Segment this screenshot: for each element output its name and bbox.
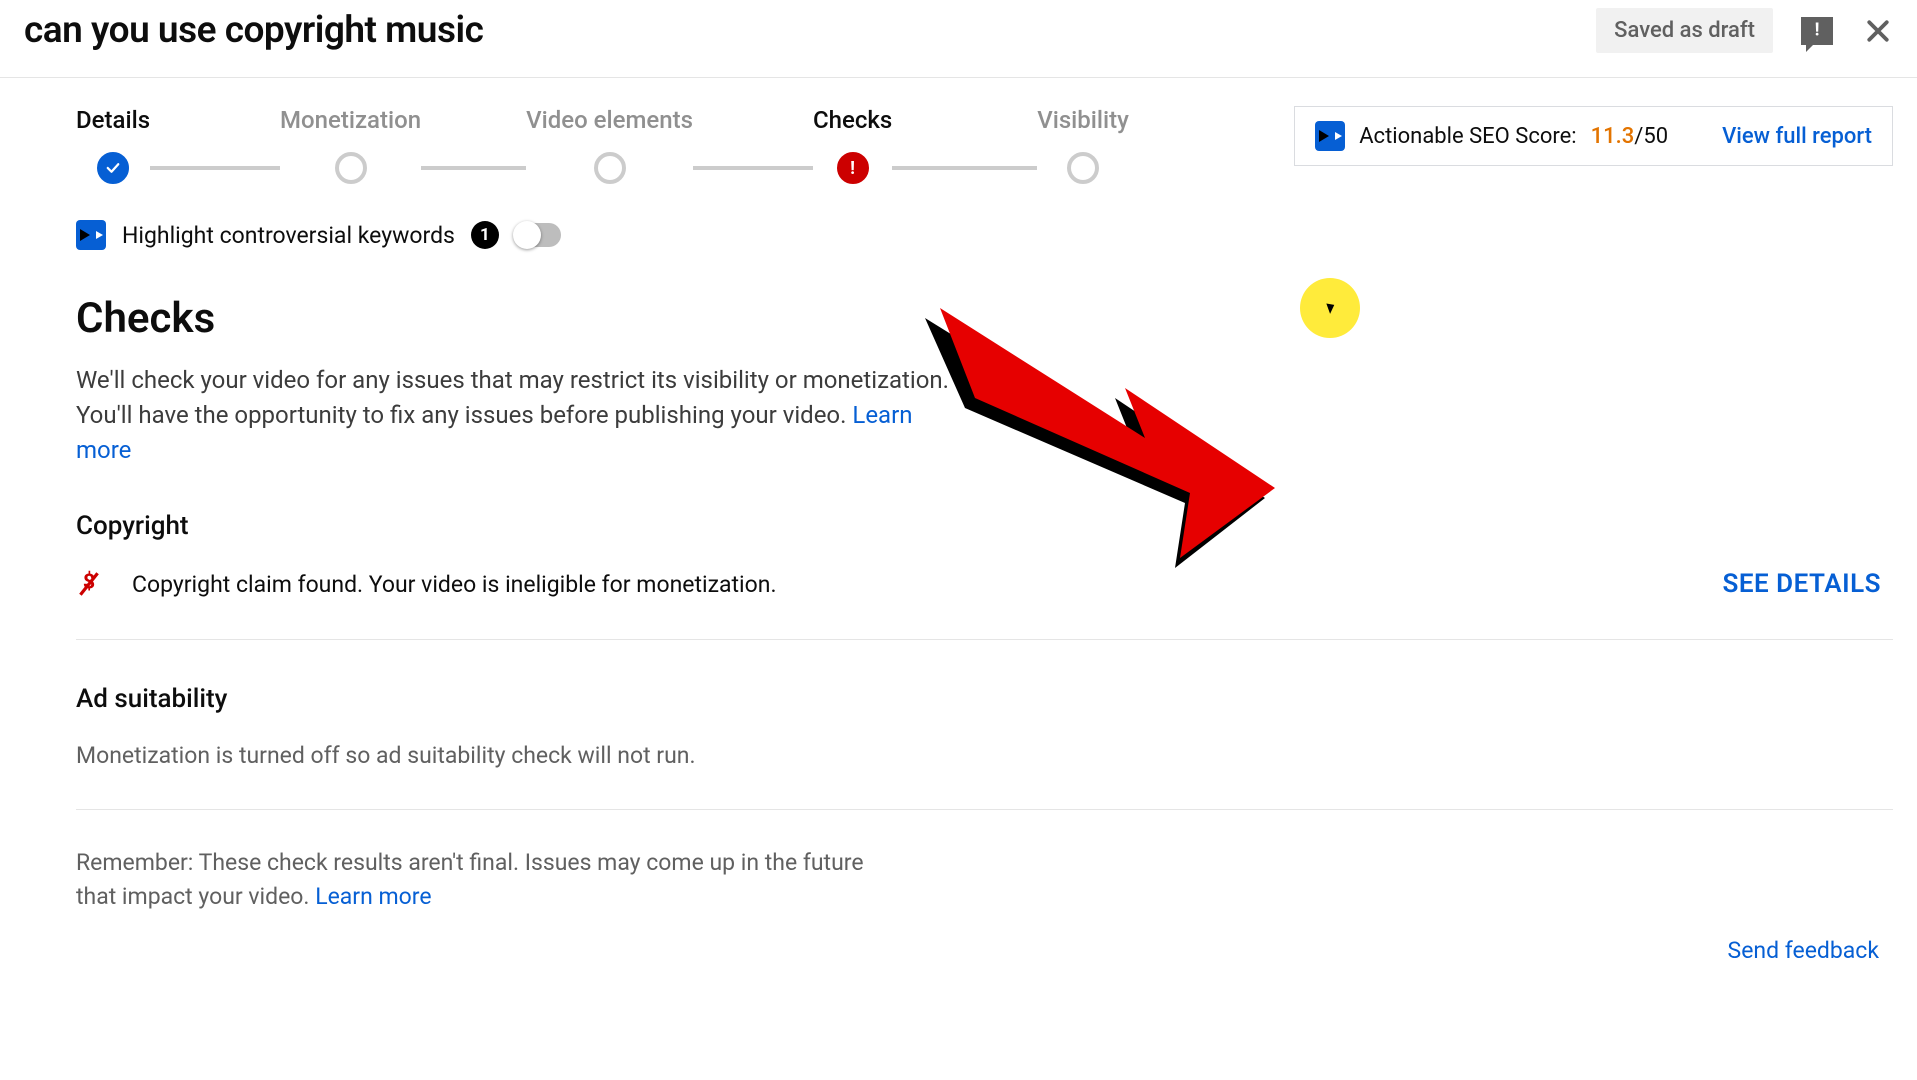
keyword-count-badge: 1 — [471, 221, 499, 249]
step-connector — [693, 166, 813, 170]
controversial-keywords-label: Highlight controversial keywords — [122, 222, 455, 249]
seo-label: Actionable SEO Score: — [1359, 124, 1576, 149]
checks-heading: Checks — [76, 294, 1893, 343]
copyright-message: Copyright claim found. Your video is ine… — [132, 571, 1723, 598]
copyright-heading: Copyright — [76, 511, 1893, 541]
circle-icon — [1067, 152, 1099, 184]
error-icon: ! — [837, 152, 869, 184]
step-connector — [150, 166, 280, 170]
dollar-off-icon: $ — [76, 569, 102, 599]
circle-icon — [594, 152, 626, 184]
keywords-toggle[interactable] — [515, 223, 561, 247]
step-monetization[interactable]: Monetization — [280, 106, 421, 184]
step-label: Checks — [813, 106, 892, 152]
saved-draft-badge: Saved as draft — [1596, 8, 1773, 53]
seo-score-card: Actionable SEO Score: 11.3/50 View full … — [1294, 106, 1893, 166]
seo-score-value: 11.3 — [1591, 124, 1635, 149]
step-label: Monetization — [280, 106, 421, 152]
ad-suitability-heading: Ad suitability — [76, 684, 1893, 714]
step-connector — [421, 166, 526, 170]
step-checks[interactable]: Checks ! — [813, 106, 892, 184]
video-title: can you use copyright music — [24, 9, 1596, 52]
circle-icon — [335, 152, 367, 184]
seo-score-max: /50 — [1634, 124, 1668, 149]
upload-stepper: Details Monetization Video elements Chec… — [76, 106, 1129, 184]
vidiq-icon — [1315, 121, 1345, 151]
see-details-button[interactable]: SEE DETAILS — [1723, 569, 1881, 599]
step-visibility[interactable]: Visibility — [1037, 106, 1129, 184]
send-feedback-link[interactable]: Send feedback — [76, 937, 1879, 964]
step-label: Visibility — [1037, 106, 1129, 152]
step-details[interactable]: Details — [76, 106, 150, 184]
step-label: Details — [76, 106, 150, 152]
check-icon — [97, 152, 129, 184]
feedback-icon[interactable]: ! — [1801, 17, 1833, 45]
step-label: Video elements — [526, 106, 693, 152]
vidiq-icon — [76, 220, 106, 250]
checks-disclaimer: Remember: These check results aren't fin… — [76, 846, 896, 913]
close-icon[interactable] — [1863, 16, 1893, 46]
step-connector — [892, 166, 1037, 170]
checks-description: We'll check your video for any issues th… — [76, 363, 956, 467]
view-full-report-link[interactable]: View full report — [1722, 124, 1872, 149]
learn-more-link[interactable]: Learn more — [315, 883, 431, 910]
ad-suitability-message: Monetization is turned off so ad suitabi… — [76, 742, 1893, 769]
step-video-elements[interactable]: Video elements — [526, 106, 693, 184]
